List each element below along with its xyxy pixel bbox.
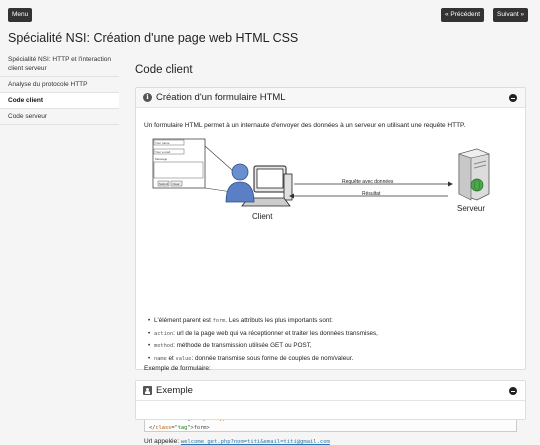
sidebar-item-analyse[interactable]: Analyse du protocole HTTP (0, 77, 119, 93)
list-item: name et value: donnée transmise sous for… (148, 353, 378, 366)
sidebar-item-code-client[interactable]: Code client (0, 93, 119, 109)
form-submit-mock: Submit (159, 182, 169, 186)
form-intro-text: Un formulaire HTML permet à un internaut… (144, 122, 466, 129)
form-field-name: Your name (155, 141, 170, 145)
sidebar: Spécialité NSI: HTTP et l'interaction cl… (0, 52, 119, 125)
list-item: action: url de la page web qui va récept… (148, 328, 378, 341)
server-label: Serveur (457, 204, 485, 213)
list-item: L'élément parent est form. Les attributs… (148, 315, 378, 328)
form-mockup: Your name Your e-mail Message Submit Cle… (152, 138, 206, 189)
sidebar-item-code-serveur[interactable]: Code serveur (0, 109, 119, 125)
sidebar-item-http[interactable]: Spécialité NSI: HTTP et l'interaction cl… (0, 52, 119, 77)
form-card-title: Création d'un formulaire HTML (156, 92, 286, 103)
code-line: </class="tag">form> (149, 424, 210, 431)
client-label: Client (252, 212, 273, 221)
example-card-header[interactable]: Exemple (136, 381, 525, 401)
example-label: Exemple de formulaire: (144, 365, 211, 372)
previous-button[interactable]: « Précédent (441, 8, 485, 22)
example-card-title: Exemple (156, 385, 193, 396)
form-card-header[interactable]: i Création d'un formulaire HTML (136, 88, 525, 108)
result-label: Résultat (362, 191, 381, 197)
server-icon (457, 148, 490, 201)
list-item: method: méthode de transmission utilisée… (148, 340, 378, 353)
info-icon: i (143, 93, 152, 102)
top-bar: Menu « Précédent Suivant » Spécialité NS… (0, 0, 540, 52)
collapse-icon[interactable] (509, 387, 517, 395)
client-computer-icon (225, 163, 293, 207)
collapse-icon[interactable] (509, 94, 517, 102)
form-attributes-list: L'élément parent est form. Les attributs… (148, 315, 378, 365)
form-field-email: Your e-mail (155, 150, 170, 154)
form-card: i Création d'un formulaire HTML Un formu… (135, 87, 526, 445)
next-button[interactable]: Suivant » (493, 8, 529, 22)
form-field-message: Message (155, 157, 168, 161)
form-clear-mock: Clear (173, 182, 180, 186)
page-title: Spécialité NSI: Création d'une page web … (8, 31, 299, 45)
menu-button[interactable]: Menu (8, 8, 33, 22)
called-url-label: Url appelée: (144, 438, 181, 445)
contact-card-icon (143, 386, 152, 395)
request-label: Requête avec données (342, 179, 394, 185)
section-title: Code client (135, 64, 193, 76)
example-card: Exemple (135, 380, 526, 420)
client-server-diagram: Your name Your e-mail Message Submit Cle… (152, 138, 490, 221)
called-url-line: Url appelée: welcome_get.php?nom=titi&em… (144, 438, 330, 445)
called-url-link[interactable]: welcome_get.php?nom=titi&email=titi@gmai… (181, 439, 330, 445)
